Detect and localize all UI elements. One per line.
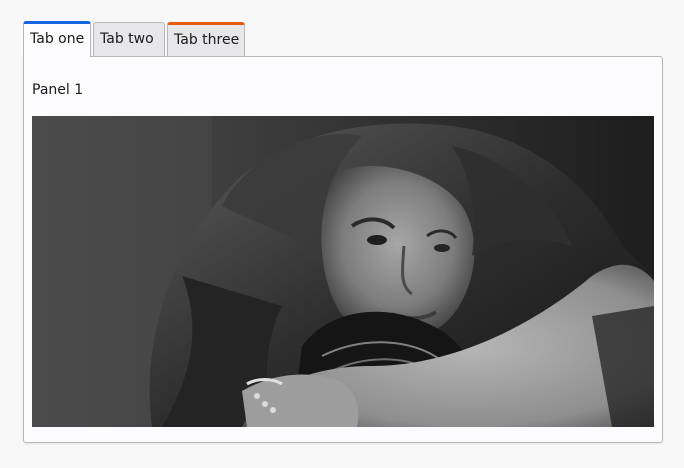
tab-one[interactable]: Tab one (23, 21, 91, 57)
tab-two[interactable]: Tab two (93, 22, 165, 57)
panel-title: Panel 1 (32, 82, 84, 98)
panel-photo (32, 116, 654, 427)
tab-bar: Tab one Tab two Tab three (23, 21, 247, 57)
tab-three[interactable]: Tab three (167, 22, 245, 57)
tab-panel: Panel 1 (23, 56, 663, 443)
